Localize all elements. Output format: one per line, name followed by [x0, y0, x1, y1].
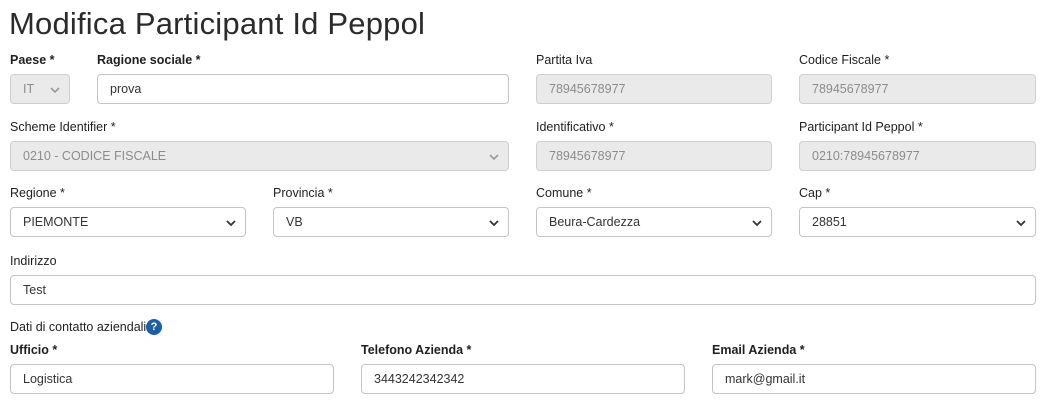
codice-fiscale-input[interactable]: 78945678977 — [799, 74, 1036, 104]
chevron-down-icon — [49, 84, 61, 96]
telefono-value: 3443242342342 — [374, 372, 465, 386]
ragione-sociale-label: Ragione sociale * — [97, 53, 201, 67]
ufficio-value: Logistica — [23, 372, 73, 386]
scheme-identifier-value: 0210 - CODICE FISCALE — [23, 149, 167, 163]
comune-select[interactable]: Beura-Cardezza — [536, 207, 772, 237]
telefono-input[interactable]: 3443242342342 — [361, 364, 685, 394]
chevron-down-icon — [488, 217, 500, 229]
cap-label: Cap * — [799, 186, 831, 200]
scheme-identifier-label: Scheme Identifier * — [10, 120, 116, 134]
identificativo-value: 78945678977 — [549, 149, 626, 163]
chevron-down-icon — [488, 151, 500, 163]
identificativo-input[interactable]: 78945678977 — [536, 141, 772, 171]
ufficio-input[interactable]: Logistica — [10, 364, 334, 394]
participant-id-input[interactable]: 0210:78945678977 — [799, 141, 1036, 171]
email-input[interactable]: mark@gmail.it — [712, 364, 1036, 394]
help-circle-icon[interactable]: ? — [146, 319, 162, 335]
page-title: Modifica Participant Id Peppol — [9, 6, 426, 41]
regione-select[interactable]: PIEMONTE — [10, 207, 246, 237]
partita-iva-label: Partita Iva — [536, 53, 593, 67]
provincia-label: Provincia * — [273, 186, 333, 200]
participant-id-label: Participant Id Peppol * — [799, 120, 923, 134]
regione-value: PIEMONTE — [23, 215, 89, 229]
paese-value: IT — [23, 82, 35, 96]
indirizzo-label: Indirizzo — [10, 254, 57, 268]
comune-value: Beura-Cardezza — [549, 215, 641, 229]
ragione-sociale-value: prova — [110, 82, 142, 96]
cap-value: 28851 — [812, 215, 847, 229]
email-value: mark@gmail.it — [725, 372, 806, 386]
chevron-down-icon — [225, 217, 237, 229]
cap-select[interactable]: 28851 — [799, 207, 1036, 237]
identificativo-label: Identificativo * — [536, 120, 614, 134]
regione-label: Regione * — [10, 186, 65, 200]
telefono-label: Telefono Azienda * — [361, 343, 472, 357]
chevron-down-icon — [1015, 217, 1027, 229]
ragione-sociale-input[interactable]: prova — [97, 74, 509, 104]
codice-fiscale-label: Codice Fiscale * — [799, 53, 890, 67]
paese-select[interactable]: IT — [10, 74, 70, 104]
email-label: Email Azienda * — [712, 343, 805, 357]
chevron-down-icon — [751, 217, 763, 229]
indirizzo-value: Test — [23, 283, 46, 297]
provincia-value: VB — [286, 215, 303, 229]
paese-label: Paese * — [10, 53, 55, 67]
comune-label: Comune * — [536, 186, 592, 200]
codice-fiscale-value: 78945678977 — [812, 82, 889, 96]
participant-id-value: 0210:78945678977 — [812, 149, 920, 163]
scheme-identifier-select[interactable]: 0210 - CODICE FISCALE — [10, 141, 509, 171]
provincia-select[interactable]: VB — [273, 207, 509, 237]
indirizzo-input[interactable]: Test — [10, 275, 1036, 305]
partita-iva-value: 78945678977 — [549, 82, 626, 96]
contacts-section-label: Dati di contatto aziendali — [10, 320, 147, 334]
ufficio-label: Ufficio * — [10, 343, 58, 357]
partita-iva-input[interactable]: 78945678977 — [536, 74, 772, 104]
